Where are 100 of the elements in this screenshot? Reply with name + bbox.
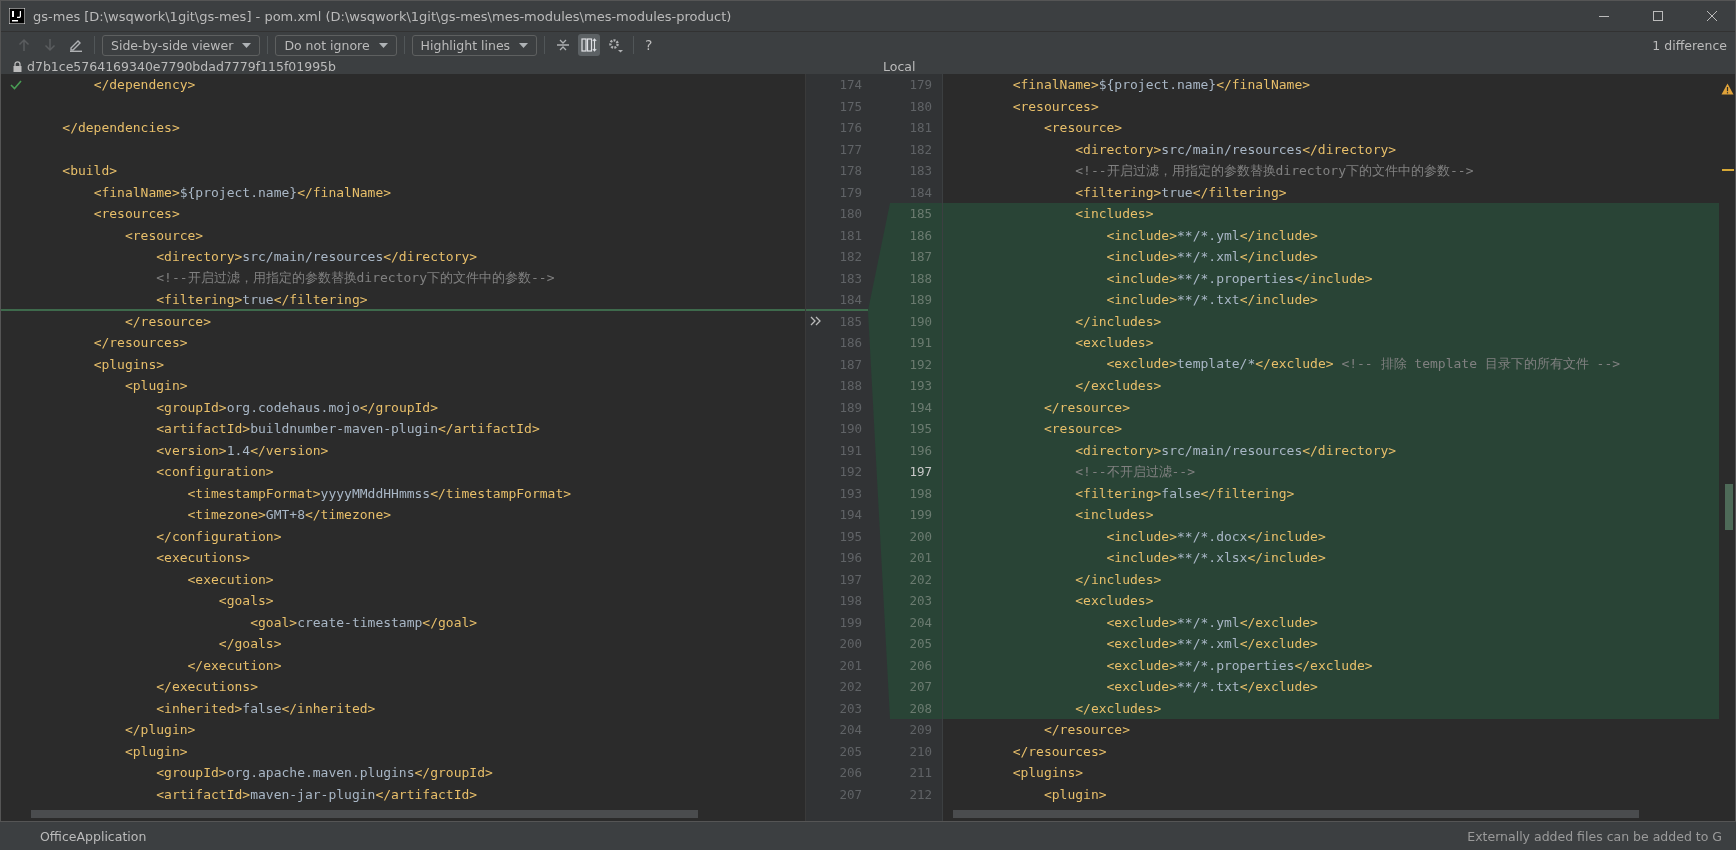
code-line: <version>1.4</version> xyxy=(155,442,329,458)
up-arrow-icon xyxy=(17,38,31,52)
dropdown[interactable]: Do not ignore xyxy=(275,34,397,56)
code-line: <executions> xyxy=(155,550,251,566)
code-line: </dependency> xyxy=(92,77,196,93)
line-number: 186 xyxy=(909,227,932,243)
ij-logo-icon xyxy=(9,8,25,24)
code-line: <build> xyxy=(61,163,118,179)
code-line: </dependencies> xyxy=(61,120,180,136)
caret-icon xyxy=(242,42,252,48)
line-number: 200 xyxy=(909,528,932,544)
code-line: <resource> xyxy=(123,227,204,243)
line-number: 192 xyxy=(909,356,932,372)
code-line: <execution> xyxy=(186,571,274,587)
line-number: 202 xyxy=(909,571,932,587)
code-line: </resources> xyxy=(1011,743,1107,759)
code-line: <excludes> xyxy=(1074,335,1154,351)
code-line: </executions> xyxy=(155,679,258,695)
code-line: <artifactId>buildnumber-maven-plugin</artifactId> xyxy=(155,421,540,437)
sync-scroll-button[interactable] xyxy=(578,34,601,56)
line-number: 194 xyxy=(909,399,932,415)
code-line: <includes> xyxy=(1074,507,1154,523)
lock-icon xyxy=(13,60,22,72)
notification-text: Externally added files can be added to G xyxy=(1467,828,1722,844)
maximize-icon xyxy=(1652,10,1664,22)
code-line: <include>**/*.docx</include> xyxy=(1105,528,1326,544)
line-number: 205 xyxy=(909,636,932,652)
caret-icon xyxy=(519,42,529,48)
code-line: <groupId>org.apache.maven.plugins</groupId> xyxy=(155,765,493,781)
code-line: <filtering>true</filtering> xyxy=(1074,184,1287,200)
code-line: <directory>src/main/resources</directory> xyxy=(1074,442,1397,458)
window-title: gs-mes [D:\wsqwork\1git\gs-mes] - pom.xml (D:\wsqwork\1git\gs-mes\mes-modules\mes-modules-product) xyxy=(33,8,732,24)
close-icon xyxy=(1706,10,1718,22)
line-number: 198 xyxy=(909,485,932,501)
code-line: <include>**/*.xlsx</include> xyxy=(1105,550,1326,566)
down-arrow-icon xyxy=(43,38,57,52)
horizontal-scrollbar[interactable] xyxy=(31,810,698,818)
help-button[interactable]: ? xyxy=(641,37,657,53)
code-line: </excludes> xyxy=(1074,378,1162,394)
code-line: <exclude>**/*.txt</exclude> xyxy=(1105,679,1318,695)
code-line: <include>**/*.xml</include> xyxy=(1105,249,1318,265)
code-line: <filtering>false</filtering> xyxy=(1074,485,1295,501)
vertical-scrollbar[interactable] xyxy=(1725,484,1733,530)
line-number: 185 xyxy=(909,206,932,222)
code-line: <inherited>false</inherited> xyxy=(155,700,376,716)
line-number: 199 xyxy=(909,507,932,523)
line-number: 191 xyxy=(909,335,932,351)
line-number: 197 xyxy=(909,464,932,480)
apply-change-icon[interactable] xyxy=(810,316,822,327)
columns-icon xyxy=(581,38,598,52)
code-line: <timezone>GMT+8</timezone> xyxy=(186,507,392,523)
code-line: </execution> xyxy=(186,657,282,673)
code-line: <goal>create-timestamp</goal> xyxy=(249,614,478,630)
code-line: </resources> xyxy=(92,335,188,351)
caret-icon xyxy=(378,42,388,48)
code-line: <includes> xyxy=(1074,206,1154,222)
line-number: 187 xyxy=(909,249,932,265)
revision-hash: d7b1ce5764169340e7790bdad7779f115f01995b xyxy=(27,58,336,74)
code-line: <timestampFormat>yyyyMMddHHmmss</timestampFormat> xyxy=(186,485,572,501)
pencil-icon xyxy=(69,38,83,52)
line-number: 203 xyxy=(909,593,932,609)
code-line: <exclude>**/*.properties</exclude> xyxy=(1105,657,1373,673)
version-label: Local xyxy=(883,58,916,74)
line-number: 196 xyxy=(909,442,932,458)
code-line: <include>**/*.txt</include> xyxy=(1105,292,1318,308)
line-number: 190 xyxy=(909,313,932,329)
code-line: <finalName>${project.name}</finalName> xyxy=(92,184,392,200)
line-number: 189 xyxy=(909,292,932,308)
difference-count: 1 difference xyxy=(1652,37,1727,53)
code-line: </excludes> xyxy=(1074,700,1162,716)
horizontal-scrollbar[interactable] xyxy=(953,810,1639,818)
code-line: <include>**/*.properties</include> xyxy=(1105,270,1373,286)
line-number: 207 xyxy=(909,679,932,695)
line-number: 195 xyxy=(909,421,932,437)
code-line: </includes> xyxy=(1074,571,1162,587)
code-line: <resources> xyxy=(92,206,180,222)
dropdown[interactable]: Highlight lines xyxy=(411,34,538,56)
code-line: <filtering>true</filtering> xyxy=(155,292,368,308)
code-line: <!--开启过滤，用指定的参数替换directory下的文件中的参数--> xyxy=(1074,161,1474,180)
code-line: </goals> xyxy=(217,636,282,652)
code-line: </resource> xyxy=(1042,399,1130,415)
code-line: <plugin> xyxy=(1042,786,1107,802)
code-line: </resource> xyxy=(123,313,211,329)
code-line: </configuration> xyxy=(155,528,282,544)
line-number: 201 xyxy=(909,550,932,566)
code-line: <artifactId>maven-jar-plugin</artifactId> xyxy=(155,786,478,802)
code-line: <plugin> xyxy=(123,378,188,394)
code-line: </plugin> xyxy=(123,722,196,738)
code-line: <plugins> xyxy=(1011,765,1084,781)
code-line: <groupId>org.codehaus.mojo</groupId> xyxy=(155,399,439,415)
code-line: <!--开启过滤，用指定的参数替换directory下的文件中的参数--> xyxy=(155,269,555,288)
code-line: <exclude>**/*.yml</exclude> xyxy=(1105,614,1318,630)
change-marker[interactable] xyxy=(1722,169,1734,171)
checkmark-icon xyxy=(10,80,22,90)
line-number: 208 xyxy=(909,700,932,716)
line-number: 193 xyxy=(909,378,932,394)
code-line: <finalName>${project.name}</finalName> xyxy=(1011,77,1311,93)
dropdown[interactable]: Side-by-side viewer xyxy=(102,34,261,56)
run-tab[interactable]: OfficeApplication xyxy=(40,828,147,844)
code-line: <resource> xyxy=(1042,120,1123,136)
